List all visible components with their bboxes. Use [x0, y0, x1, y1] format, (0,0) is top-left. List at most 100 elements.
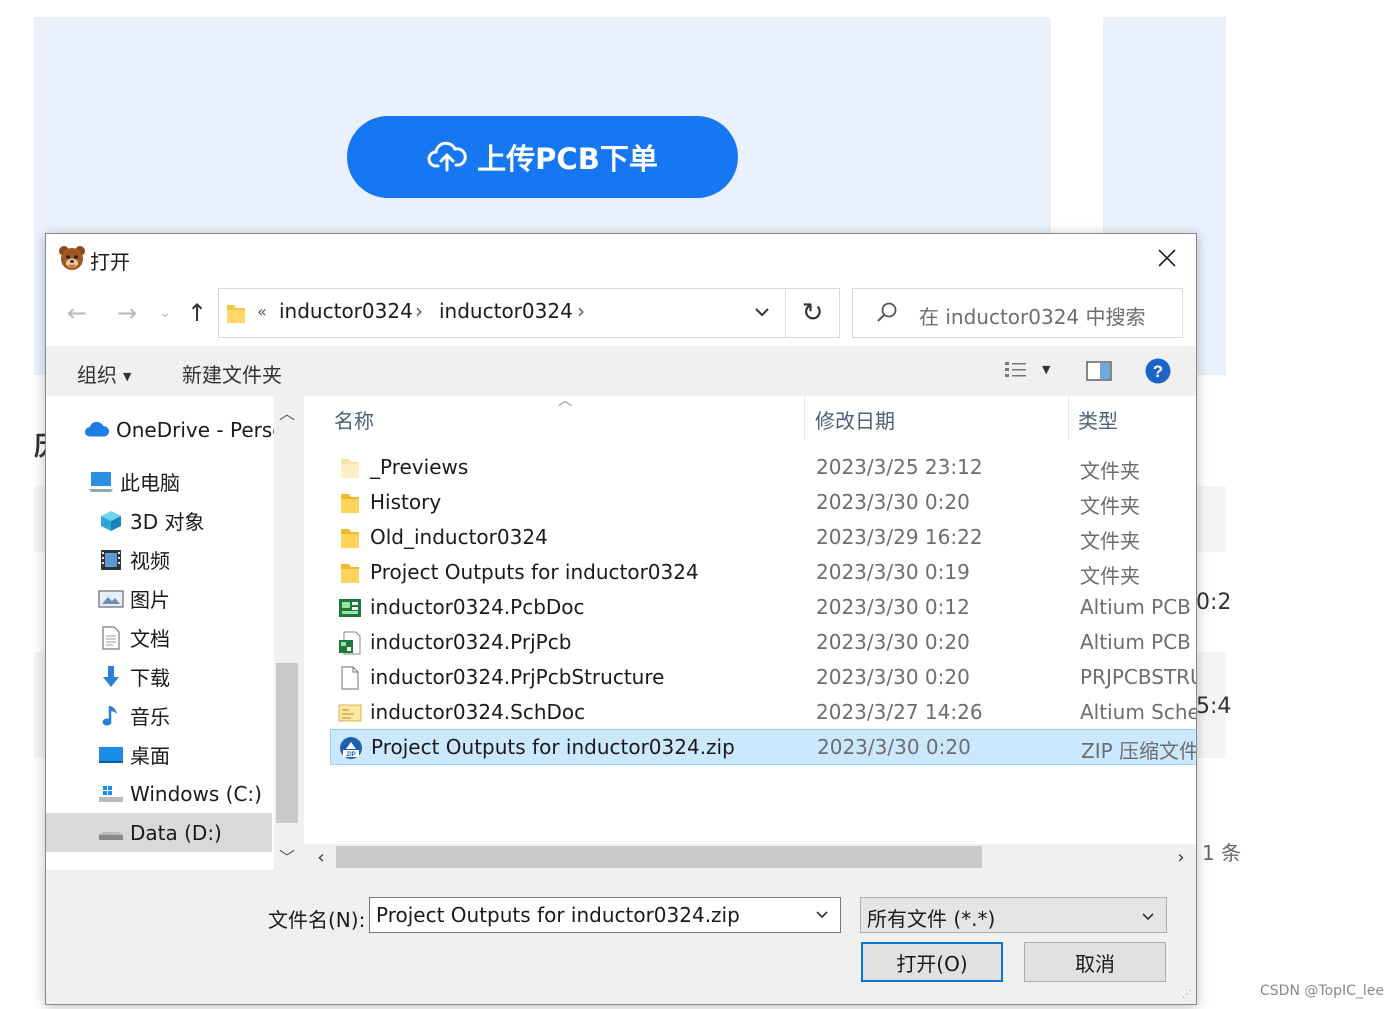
peek-time-1: 0:2 [1196, 590, 1232, 615]
zip-icon: ZIP [340, 737, 362, 759]
folder-icon [227, 305, 245, 323]
search-placeholder: 在 inductor0324 中搜索 [919, 305, 1146, 329]
svg-text:?: ? [1153, 362, 1163, 381]
recent-locations-button[interactable]: ⌄ [150, 298, 180, 328]
file-row[interactable]: History 2023/3/30 0:20 文件夹 [330, 485, 1196, 519]
file-row[interactable]: inductor0324.PrjPcb 2023/3/30 0:20 Altiu… [330, 625, 1196, 659]
filename-label: 文件名(N): [268, 908, 366, 932]
file-row[interactable]: _Previews 2023/3/25 23:12 文件夹 [330, 450, 1196, 484]
video-icon [98, 547, 124, 573]
resize-grip-icon[interactable]: ⋰ [1182, 989, 1192, 1000]
chevron-up-icon[interactable]: ︿ [274, 400, 300, 424]
caret-down-icon[interactable]: ▼ [1042, 363, 1050, 376]
chevron-down-icon [1142, 913, 1154, 921]
caret-down-icon: ▼ [123, 370, 132, 383]
breadcrumb-current[interactable]: inductor0324 [439, 299, 573, 323]
file-row[interactable]: inductor0324.PrjPcbStructure 2023/3/30 0… [330, 660, 1196, 694]
nav-item-music[interactable]: 音乐 [98, 696, 274, 735]
file-row[interactable]: inductor0324.PcbDoc 2023/3/30 0:12 Altiu… [330, 590, 1196, 624]
navigation-pane: OneDrive - Personal 此电脑 3D 对象 视频 图片 文档 下… [46, 396, 274, 870]
nav-pane-scrollbar[interactable]: ︿ ﹀ [274, 396, 300, 870]
up-button[interactable]: ↑ [182, 298, 212, 328]
arrow-up-icon: ↑ [186, 299, 208, 327]
chevron-down-icon: ⌄ [159, 305, 171, 321]
file-type-select[interactable]: 所有文件 (*.*) [860, 897, 1167, 933]
bg-row [1196, 486, 1226, 552]
column-divider[interactable] [1068, 396, 1069, 440]
prjpcb-icon [339, 631, 361, 655]
open-button[interactable]: 打开(O) [861, 942, 1003, 982]
file-row[interactable]: Project Outputs for inductor0324 2023/3/… [330, 555, 1196, 589]
nav-item-pictures[interactable]: 图片 [98, 579, 274, 618]
documents-icon [98, 625, 124, 651]
scrollbar-thumb[interactable] [276, 663, 298, 823]
organize-menu[interactable]: 组织 ▼ [77, 359, 131, 388]
download-icon [98, 664, 124, 690]
nav-item-drive-d[interactable]: Data (D:) [46, 813, 272, 852]
computer-icon [88, 469, 114, 495]
file-row[interactable]: inductor0324.SchDoc 2023/3/27 14:26 Alti… [330, 695, 1196, 729]
dialog-titlebar[interactable]: 打开 [46, 234, 1196, 282]
address-overflow[interactable]: « [257, 302, 267, 321]
pictures-icon [98, 586, 124, 612]
nav-item-onedrive[interactable]: OneDrive - Personal [84, 410, 274, 449]
drive-d-icon [98, 820, 124, 846]
blank-file-icon [341, 666, 359, 690]
back-button[interactable]: ← [62, 298, 92, 328]
search-icon [877, 302, 897, 322]
command-toolbar: 组织 ▼ 新建文件夹 ▼ ? [46, 346, 1196, 396]
nav-item-3d-objects[interactable]: 3D 对象 [98, 501, 274, 540]
file-list: ︿ 名称 修改日期 类型 _Previews 2023/3/25 23:12 文… [304, 396, 1196, 870]
nav-item-documents[interactable]: 文档 [98, 618, 274, 657]
column-divider[interactable] [804, 396, 805, 440]
chevron-down-icon[interactable]: ﹀ [274, 844, 300, 868]
drive-c-icon [98, 781, 124, 807]
svg-text:ZIP: ZIP [346, 752, 355, 758]
help-icon[interactable]: ? [1144, 357, 1172, 385]
desktop-icon [98, 742, 124, 768]
peek-time-2: 5:4 [1196, 694, 1232, 719]
file-row-selected[interactable]: ZIP Project Outputs for inductor0324.zip… [330, 729, 1196, 765]
close-button[interactable] [1138, 234, 1196, 282]
breadcrumb-separator-icon: › [415, 299, 423, 323]
folder-icon [341, 494, 359, 513]
organize-label: 组织 [77, 363, 117, 387]
file-list-hscrollbar[interactable]: ‹ › [304, 844, 1196, 870]
view-options-icon[interactable] [1004, 360, 1028, 382]
filename-input[interactable] [369, 897, 841, 933]
close-icon [1158, 249, 1176, 267]
nav-item-desktop[interactable]: 桌面 [98, 735, 274, 774]
cloud-upload-icon [427, 141, 467, 172]
breadcrumb-parent[interactable]: inductor0324 [279, 299, 413, 323]
column-header-date[interactable]: 修改日期 [815, 396, 895, 442]
chevron-down-icon[interactable] [753, 303, 771, 321]
scrollbar-thumb[interactable] [336, 846, 982, 868]
chevron-down-icon[interactable] [814, 906, 830, 922]
search-box[interactable]: 在 inductor0324 中搜索 [852, 288, 1183, 338]
cancel-button[interactable]: 取消 [1024, 942, 1166, 982]
preview-pane-icon[interactable] [1086, 360, 1112, 382]
file-row[interactable]: Old_inductor0324 2023/3/29 16:22 文件夹 [330, 520, 1196, 554]
column-header-name[interactable]: 名称 [334, 396, 374, 442]
navigation-bar: ← → ⌄ ↑ « inductor0324 › inductor0324 › … [46, 282, 1196, 346]
onedrive-icon [84, 417, 110, 443]
refresh-button[interactable]: ↻ [786, 288, 840, 338]
nav-item-downloads[interactable]: 下载 [98, 657, 274, 696]
3d-objects-icon [98, 508, 124, 534]
nav-item-this-pc[interactable]: 此电脑 [88, 462, 274, 501]
nav-item-videos[interactable]: 视频 [98, 540, 274, 579]
upload-pcb-label: 上传PCB下单 [477, 142, 658, 176]
arrow-left-icon: ← [66, 299, 88, 327]
dialog-title: 打开 [90, 250, 130, 274]
upload-pcb-button[interactable]: 上传PCB下单 [347, 116, 738, 198]
column-header-type[interactable]: 类型 [1078, 396, 1118, 442]
refresh-icon: ↻ [801, 298, 824, 328]
chevron-right-icon[interactable]: › [1168, 844, 1194, 870]
nav-item-drive-c[interactable]: Windows (C:) [98, 774, 274, 813]
sort-ascending-icon: ︿ [558, 396, 572, 409]
forward-button[interactable]: → [112, 298, 142, 328]
address-bar[interactable]: « inductor0324 › inductor0324 › [218, 288, 786, 338]
new-folder-button[interactable]: 新建文件夹 [182, 359, 282, 388]
arrow-right-icon: → [116, 299, 138, 327]
chevron-left-icon[interactable]: ‹ [308, 844, 334, 870]
